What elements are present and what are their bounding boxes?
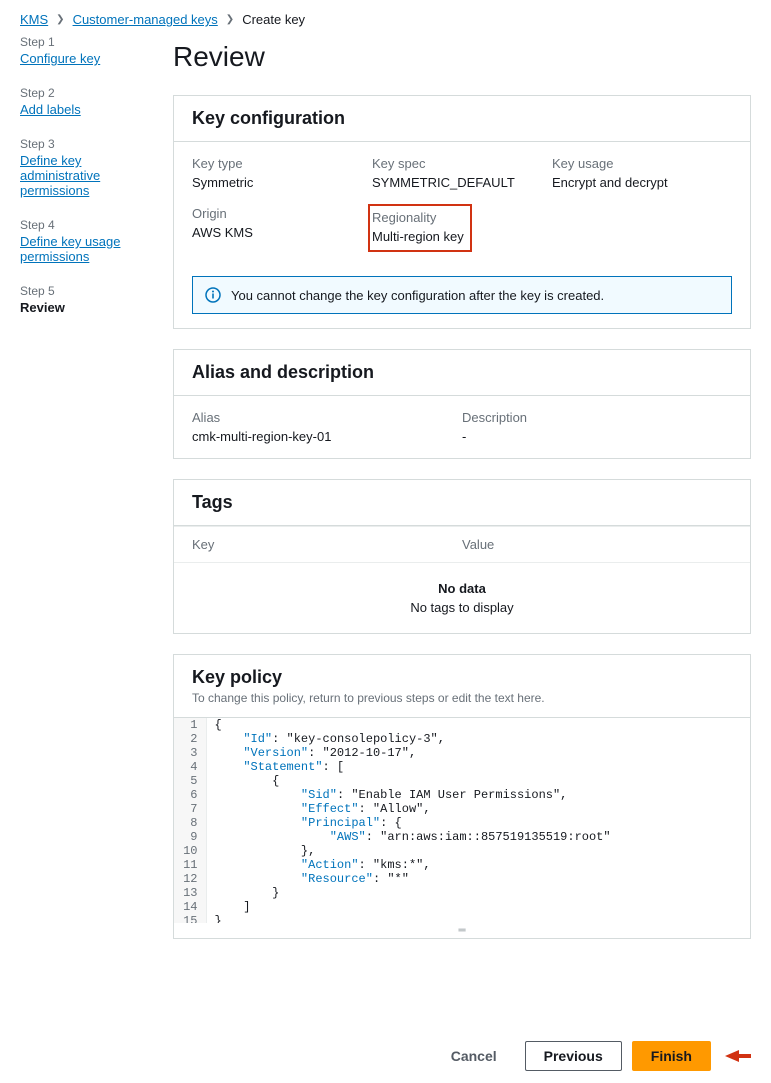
sidebar-link-admin-perms[interactable]: Define key administrative permissions xyxy=(20,153,100,198)
kv-key-spec: Key spec SYMMETRIC_DEFAULT xyxy=(372,156,552,190)
tags-empty-state: No data No tags to display xyxy=(174,563,750,633)
breadcrumb: KMS ❯ Customer-managed keys ❯ Create key xyxy=(0,0,771,35)
heading-key-policy: Key policy xyxy=(192,667,732,688)
cancel-button[interactable]: Cancel xyxy=(433,1042,515,1070)
info-alert: You cannot change the key configuration … xyxy=(192,276,732,314)
finish-button[interactable]: Finish xyxy=(632,1041,711,1071)
sidebar-link-configure-key[interactable]: Configure key xyxy=(20,51,100,66)
tags-col-key: Key xyxy=(192,537,462,552)
tags-table-header: Key Value xyxy=(174,526,750,563)
panel-tags: Tags Key Value No data No tags to displa… xyxy=(173,479,751,634)
info-alert-text: You cannot change the key configuration … xyxy=(231,288,604,303)
policy-editor[interactable]: 1{2 "Id": "key-consolepolicy-3",3 "Versi… xyxy=(174,718,750,923)
kv-key-usage: Key usage Encrypt and decrypt xyxy=(552,156,732,190)
panel-key-configuration: Key configuration Key type Symmetric Key… xyxy=(173,95,751,329)
wizard-footer: Cancel Previous Finish xyxy=(0,1029,771,1083)
wizard-sidebar: Step 1 Configure key Step 2 Add labels S… xyxy=(0,35,158,1029)
tags-col-value: Value xyxy=(462,537,732,552)
heading-key-config: Key configuration xyxy=(192,108,732,129)
sidebar-step-4: Step 4 Define key usage permissions xyxy=(20,218,148,264)
heading-alias: Alias and description xyxy=(192,362,732,383)
annotation-arrow-icon xyxy=(725,1050,739,1062)
chevron-right-icon: ❯ xyxy=(226,14,234,25)
info-icon xyxy=(205,287,221,303)
resize-handle-icon[interactable]: ═ xyxy=(174,923,750,938)
breadcrumb-cmk[interactable]: Customer-managed keys xyxy=(73,12,218,27)
panel-key-policy: Key policy To change this policy, return… xyxy=(173,654,751,939)
key-policy-subtitle: To change this policy, return to previou… xyxy=(192,691,732,705)
sidebar-step-1: Step 1 Configure key xyxy=(20,35,148,66)
kv-regionality: Regionality Multi-region key xyxy=(372,206,552,250)
panel-alias-description: Alias and description Alias cmk-multi-re… xyxy=(173,349,751,459)
heading-tags: Tags xyxy=(192,492,732,513)
chevron-right-icon: ❯ xyxy=(56,14,64,25)
page-title: Review xyxy=(173,41,751,73)
kv-origin: Origin AWS KMS xyxy=(192,206,372,250)
breadcrumb-current: Create key xyxy=(242,12,305,27)
sidebar-step-3: Step 3 Define key administrative permiss… xyxy=(20,137,148,198)
kv-alias: Alias cmk-multi-region-key-01 xyxy=(192,410,462,444)
sidebar-link-usage-perms[interactable]: Define key usage permissions xyxy=(20,234,120,264)
previous-button[interactable]: Previous xyxy=(525,1041,622,1071)
kv-key-type: Key type Symmetric xyxy=(192,156,372,190)
sidebar-step-2: Step 2 Add labels xyxy=(20,86,148,117)
kv-description: Description - xyxy=(462,410,732,444)
breadcrumb-kms[interactable]: KMS xyxy=(20,12,48,27)
sidebar-link-add-labels[interactable]: Add labels xyxy=(20,102,81,117)
sidebar-step-5: Step 5 Review xyxy=(20,284,148,315)
sidebar-current-review: Review xyxy=(20,300,65,315)
